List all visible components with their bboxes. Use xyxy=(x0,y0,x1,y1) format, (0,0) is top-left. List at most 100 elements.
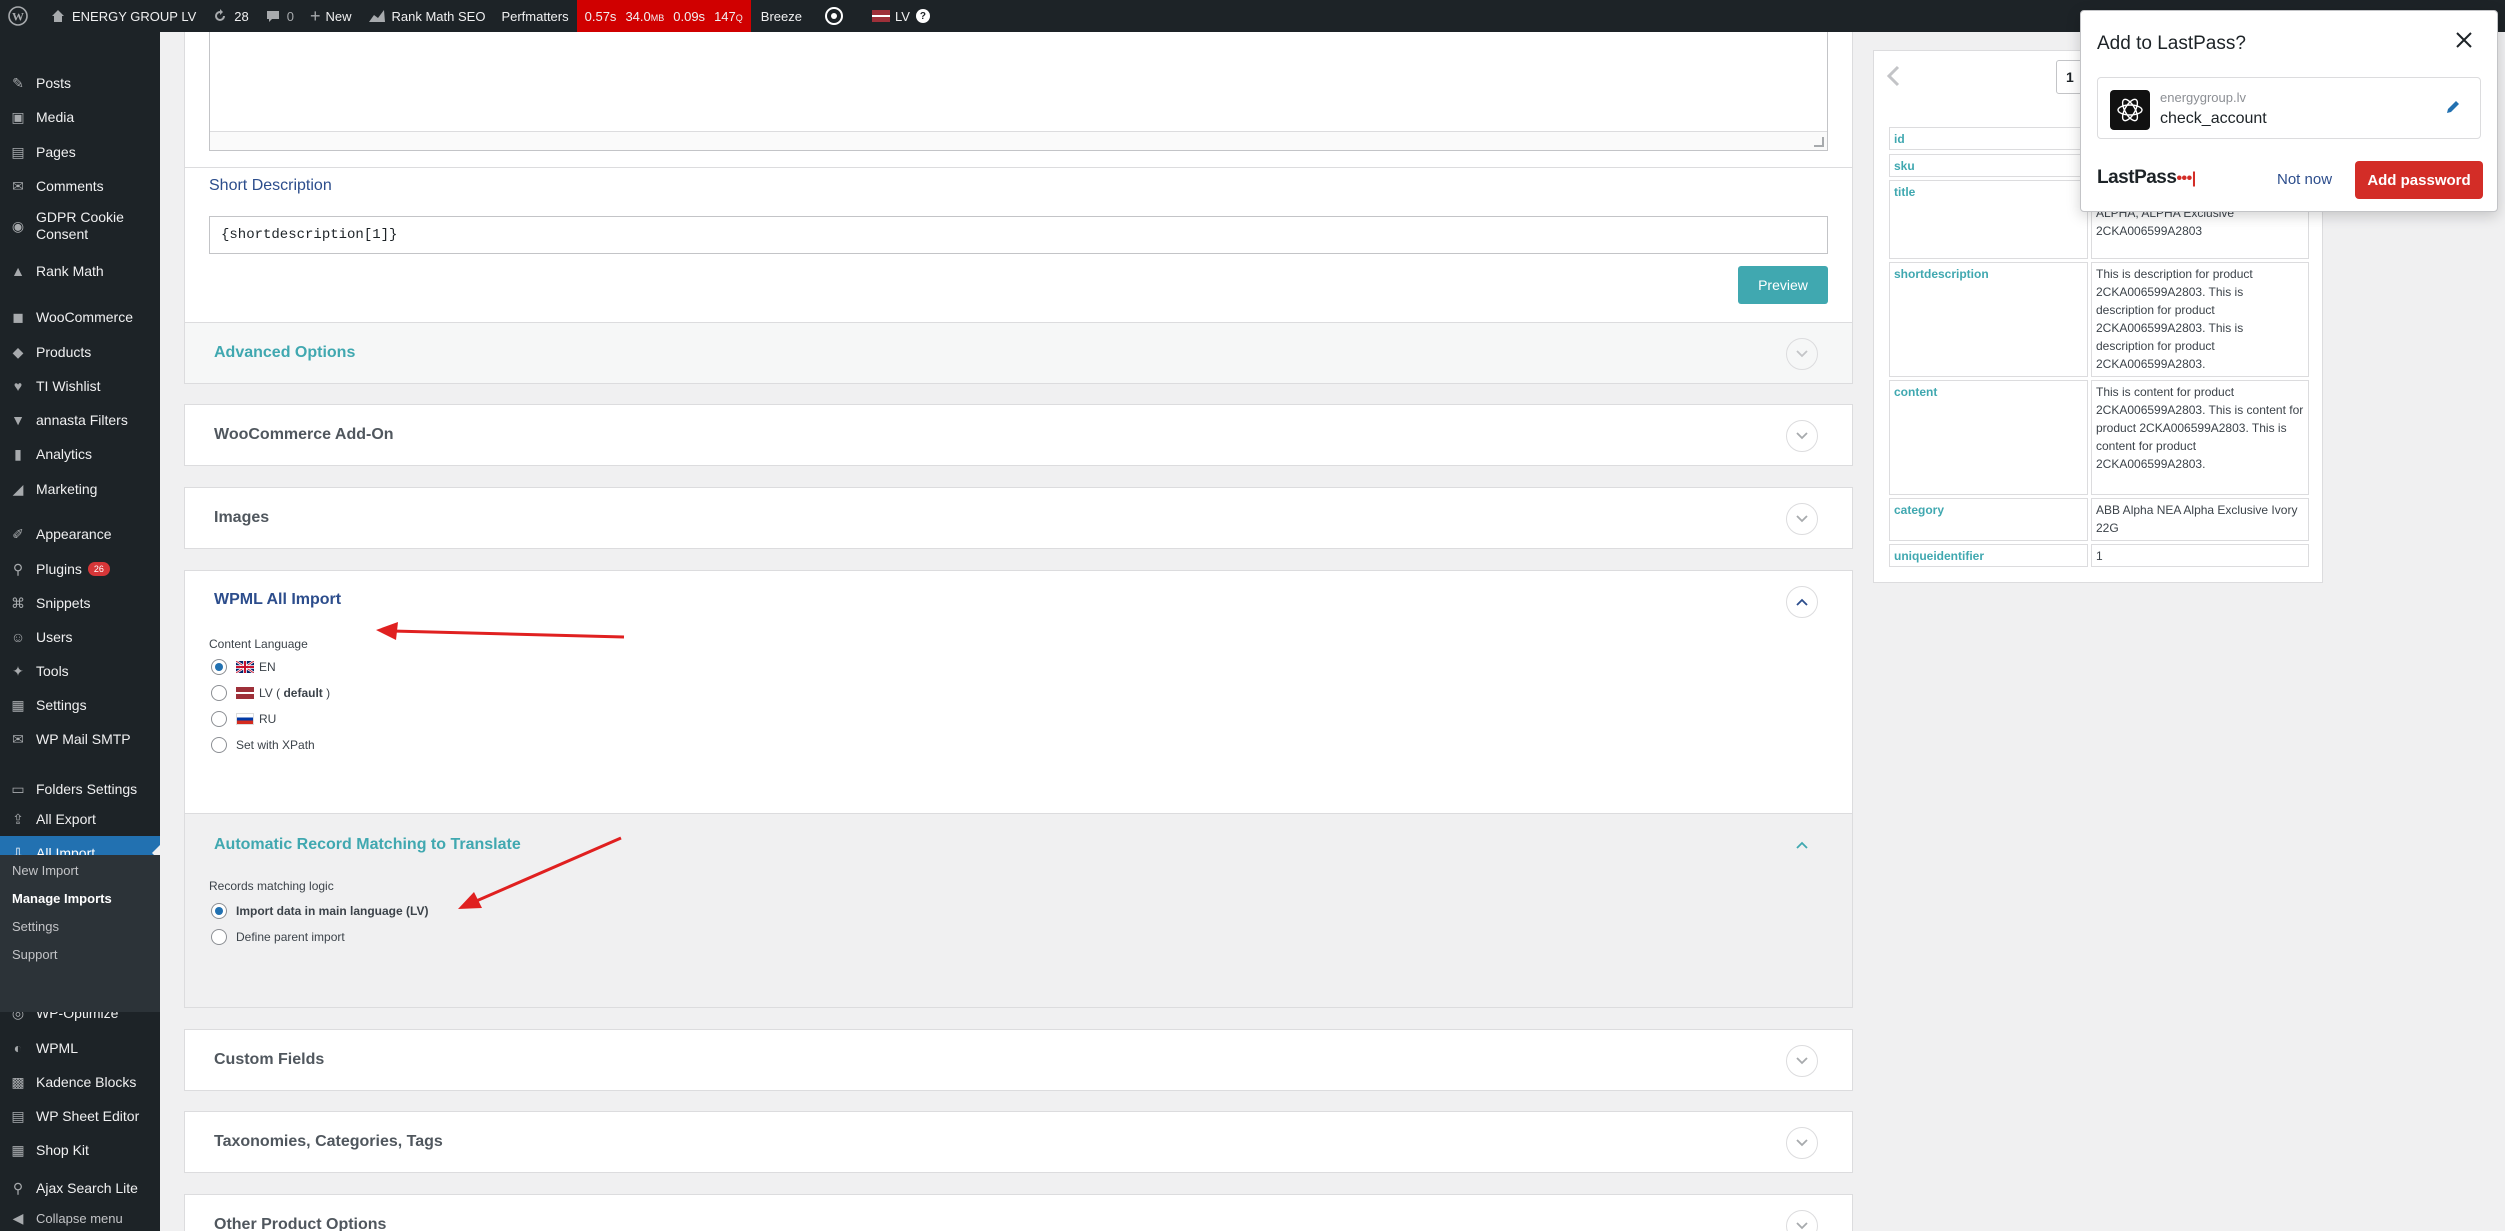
sidebar-item-label: WooCommerce xyxy=(36,308,133,325)
not-now-button[interactable]: Not now xyxy=(2277,171,2332,188)
custom-fields-section[interactable]: Custom Fields xyxy=(184,1029,1853,1091)
products-icon: ◆ xyxy=(12,343,24,360)
chevron-up-icon[interactable] xyxy=(1786,586,1818,618)
sidebar-item-wp-sheet-editor[interactable]: ▤ WP Sheet Editor xyxy=(0,1099,160,1133)
perfmatters-label: Perfmatters xyxy=(501,8,569,24)
radio-button[interactable] xyxy=(211,737,227,753)
credential-card[interactable]: energygroup.lv check_account xyxy=(2097,77,2481,139)
submenu-manage-imports[interactable]: Manage Imports xyxy=(12,891,112,906)
mail-icon: ✉ xyxy=(12,730,24,747)
sidebar-item-products[interactable]: ◆ Products xyxy=(0,335,160,369)
sidebar-item-label: Kadence Blocks xyxy=(36,1073,137,1090)
submenu-settings[interactable]: Settings xyxy=(12,919,59,934)
sidebar-item-settings[interactable]: ▦ Settings xyxy=(0,688,160,722)
matching-option-parent-import[interactable]: Define parent import xyxy=(211,929,345,945)
support-icon[interactable] xyxy=(810,0,858,32)
chevron-down-icon[interactable] xyxy=(1786,1210,1818,1231)
sidebar-item-ti-wishlist[interactable]: ♥ TI Wishlist xyxy=(0,369,160,403)
chevron-down-icon[interactable] xyxy=(1786,420,1818,452)
advanced-options-section[interactable]: Advanced Options xyxy=(184,322,1853,384)
sidebar-item-users[interactable]: ☺ Users xyxy=(0,620,160,654)
matching-option-main-language[interactable]: Import data in main language (LV) xyxy=(211,903,428,919)
woocommerce-addon-section[interactable]: WooCommerce Add-On xyxy=(184,404,1853,466)
content-textarea[interactable] xyxy=(209,32,1828,151)
pin-icon: ✎ xyxy=(12,74,24,91)
matching-option-label: Define parent import xyxy=(236,930,345,944)
sidebar-item-kadence-blocks[interactable]: ▩ Kadence Blocks xyxy=(0,1065,160,1099)
edit-pencil-icon[interactable] xyxy=(2444,98,2462,119)
preview-button[interactable]: Preview xyxy=(1738,266,1828,304)
updates-link[interactable]: 28 xyxy=(204,0,256,32)
radio-button[interactable] xyxy=(211,685,227,701)
close-icon[interactable] xyxy=(2455,31,2473,52)
sidebar-item-rank-math[interactable]: ▲ Rank Math xyxy=(0,254,160,288)
radio-button[interactable] xyxy=(211,903,227,919)
sidebar-item-plugins[interactable]: ⚲ Plugins 26 xyxy=(0,552,160,586)
sidebar-item-wp-mail-smtp[interactable]: ✉ WP Mail SMTP xyxy=(0,722,160,756)
chevron-down-icon[interactable] xyxy=(1786,1127,1818,1159)
sidebar-item-label: Marketing xyxy=(36,480,98,497)
sidebar-item-annasta-filters[interactable]: ▼ annasta Filters xyxy=(0,403,160,437)
lastpass-title: Add to LastPass? xyxy=(2097,33,2246,54)
language-option-ru[interactable]: RU xyxy=(211,711,276,727)
language-option-lv[interactable]: LV ( default ) xyxy=(211,685,330,701)
other-product-options-section[interactable]: Other Product Options xyxy=(184,1194,1853,1231)
comments-link[interactable]: 0 xyxy=(257,0,302,32)
chevron-down-icon[interactable] xyxy=(1786,338,1818,370)
language-switcher[interactable]: LV ? xyxy=(858,0,938,32)
chevron-down-icon[interactable] xyxy=(1786,1045,1818,1077)
help-icon[interactable]: ? xyxy=(915,9,930,23)
chevron-down-icon[interactable] xyxy=(1786,503,1818,535)
wordpress-logo-icon[interactable]: W xyxy=(0,0,42,32)
chevron-up-icon[interactable] xyxy=(1786,829,1818,861)
sidebar-item-label: WP Sheet Editor xyxy=(36,1107,140,1124)
sidebar-item-collapse-menu[interactable]: ◀ Collapse menu xyxy=(0,1201,160,1231)
submenu-new-import[interactable]: New Import xyxy=(12,863,78,878)
sidebar-item-label: Users xyxy=(36,628,73,645)
preview-field-key: title xyxy=(1889,180,2088,259)
sidebar-item-woocommerce[interactable]: ◼ WooCommerce xyxy=(0,300,160,334)
rankmath-link[interactable]: Rank Math SEO xyxy=(360,0,494,32)
wrench-icon: ✦ xyxy=(12,662,24,679)
sidebar-item-appearance[interactable]: ✐ Appearance xyxy=(0,517,160,551)
sidebar-item-tools[interactable]: ✦ Tools xyxy=(0,654,160,688)
perfmatters-link[interactable]: Perfmatters xyxy=(493,0,576,32)
sidebar-item-analytics[interactable]: ▮ Analytics xyxy=(0,437,160,471)
sidebar-item-snippets[interactable]: ⌘ Snippets xyxy=(0,586,160,620)
automatic-record-matching-title[interactable]: Automatic Record Matching to Translate xyxy=(214,836,521,854)
snippets-icon: ⌘ xyxy=(11,594,25,611)
language-option-en[interactable]: EN xyxy=(211,659,276,675)
comment-bubble-icon xyxy=(266,11,279,22)
sidebar-item-shop-kit[interactable]: ▦ Shop Kit xyxy=(0,1133,160,1167)
sidebar-item-pages[interactable]: ▤ Pages xyxy=(0,135,160,169)
taxonomies-section[interactable]: Taxonomies, Categories, Tags xyxy=(184,1111,1853,1173)
add-password-button[interactable]: Add password xyxy=(2355,161,2483,199)
sidebar-item-all-export[interactable]: ⇪ All Export xyxy=(0,802,160,836)
query-monitor-stats[interactable]: 0.57s 34.0MB 0.09s 147Q xyxy=(576,0,751,32)
cookie-icon: ◉ xyxy=(11,217,25,234)
sidebar-item-comments[interactable]: ✉ Comments xyxy=(0,169,160,203)
plus-icon: + xyxy=(309,5,321,26)
sidebar-item-marketing[interactable]: ◢ Marketing xyxy=(0,472,160,506)
breeze-link[interactable]: Breeze xyxy=(751,0,810,32)
radio-button[interactable] xyxy=(211,711,227,727)
update-count-badge: 26 xyxy=(87,562,110,576)
prev-record-chevron-icon[interactable] xyxy=(1886,65,1900,90)
radio-button[interactable] xyxy=(211,929,227,945)
submenu-support[interactable]: Support xyxy=(12,947,58,962)
language-option-xpath[interactable]: Set with XPath xyxy=(211,737,315,753)
wpml-all-import-title[interactable]: WPML All Import xyxy=(214,591,341,609)
sidebar-item-label: Pages xyxy=(36,143,76,160)
language-label: Set with XPath xyxy=(236,738,315,752)
resize-handle-icon[interactable] xyxy=(1814,137,1824,147)
sidebar-item-gdpr-cookie-consent[interactable]: ◉ GDPR Cookie Consent xyxy=(0,205,160,247)
perf-time: 0.57s xyxy=(584,8,617,24)
sidebar-item-media[interactable]: ▣ Media xyxy=(0,100,160,134)
radio-button[interactable] xyxy=(211,659,227,675)
sidebar-item-wpml[interactable]: ◐ WPML xyxy=(0,1031,160,1065)
images-section[interactable]: Images xyxy=(184,487,1853,549)
new-content-link[interactable]: + New xyxy=(302,0,360,32)
sidebar-item-posts[interactable]: ✎ Posts xyxy=(0,66,160,100)
site-name-link[interactable]: ENERGY GROUP LV xyxy=(42,0,204,32)
short-description-input[interactable]: {shortdescription[1]} xyxy=(209,216,1828,254)
